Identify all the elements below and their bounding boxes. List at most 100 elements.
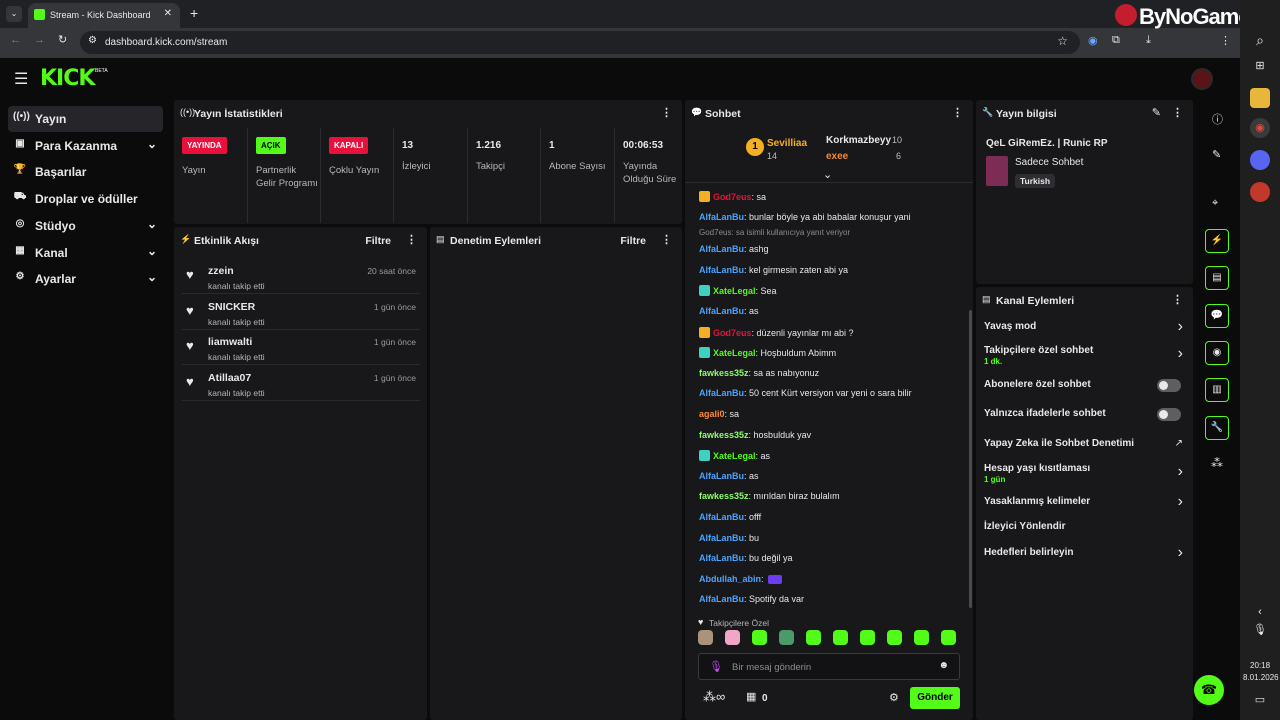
emoji-picker-icon[interactable]: ☻ (938, 660, 949, 671)
file-explorer-icon[interactable] (1250, 88, 1270, 108)
microphone-icon[interactable]: 🎙 (709, 660, 723, 673)
chat-username[interactable]: AlfaLanBu (699, 244, 744, 254)
notifications-icon[interactable]: ▭ (1250, 690, 1270, 710)
chat-username[interactable]: AlfaLanBu (699, 533, 744, 543)
chat-username[interactable]: AlfaLanBu (699, 212, 744, 222)
channel-actions-menu-icon[interactable]: ⋮ (1172, 293, 1183, 306)
toggle-switch[interactable] (1157, 408, 1181, 421)
rail-wrench-button[interactable]: 🔧 (1205, 416, 1229, 440)
edit-pencil-icon[interactable]: ✎ (1152, 106, 1161, 119)
info-icon[interactable]: ⓘ (1212, 111, 1223, 127)
hamburger-menu-icon[interactable]: ☰ (14, 69, 28, 89)
leaderboard-third-name[interactable]: exee (826, 151, 848, 162)
reload-icon[interactable]: ↻ (58, 33, 67, 46)
clock-date[interactable]: 8.01.2026 (1243, 673, 1279, 682)
microphone-tray-icon[interactable]: 🎙 (1250, 620, 1270, 640)
rail-grid-icon[interactable]: ⁂ (1211, 456, 1223, 470)
chevron-down-icon[interactable]: ⌄ (147, 270, 157, 284)
chat-message[interactable]: Abdullah_abin: (699, 574, 783, 584)
chat-message[interactable]: AlfaLanBu: bunlar böyle ya abi babalar k… (699, 212, 911, 222)
leaderboard-toggle-icon[interactable]: ⌄ (823, 168, 832, 181)
stats-menu-icon[interactable]: ⋮ (661, 106, 672, 119)
shop-icon[interactable]: ▦ (746, 690, 756, 703)
search-icon[interactable]: ⌕ (1250, 30, 1270, 50)
kick-logo[interactable]: KICK (40, 66, 95, 91)
chat-message[interactable]: AlfaLanBu: kel girmesin zaten abi ya (699, 265, 848, 275)
chat-message[interactable]: XateLegal: Sea (699, 285, 777, 297)
chat-message[interactable]: AlfaLanBu: Spotify da var (699, 594, 804, 604)
infinity-icon[interactable]: ⁂∞ (703, 689, 725, 705)
activity-menu-icon[interactable]: ⋮ (406, 233, 417, 246)
follower-name[interactable]: Atillaa07 (208, 372, 251, 384)
leaderboard-first-name[interactable]: Sevilliaa (767, 138, 807, 149)
chat-username[interactable]: AlfaLanBu (699, 512, 744, 522)
channel-action-label[interactable]: Hesap yaşı kısıtlaması (984, 463, 1090, 474)
list-item[interactable]: ♥ zzein kanalı takip etti 20 saat önce (182, 259, 420, 294)
focus-icon[interactable]: ⌖ (1212, 197, 1218, 210)
chat-username[interactable]: AlfaLanBu (699, 306, 744, 316)
chat-username[interactable]: Abdullah_abin (699, 574, 761, 584)
channel-action-label[interactable]: Takipçilere özel sohbet (984, 345, 1093, 356)
chevron-down-icon[interactable]: ⌄ (147, 244, 157, 258)
chevron-right-icon[interactable]: › (1178, 318, 1183, 336)
close-tab-icon[interactable]: ✕ (164, 8, 172, 19)
toggle-switch[interactable] (1157, 379, 1181, 392)
chat-message[interactable]: fawkess35z: hosbulduk yav (699, 430, 811, 440)
address-bar[interactable]: ⚙ dashboard.kick.com/stream ☆ (80, 31, 1080, 54)
app-icon[interactable] (1250, 182, 1270, 202)
chat-message[interactable]: God7eus: sa (699, 191, 766, 202)
discord-icon[interactable] (1250, 150, 1270, 170)
chat-message[interactable]: fawkess35z: mırıldan biraz bulalım (699, 491, 840, 501)
chevron-right-icon[interactable]: › (1178, 345, 1183, 363)
site-info-icon[interactable]: ⚙ (88, 35, 97, 46)
chat-input[interactable]: 🎙 Bir mesaj gönderin ☻ (698, 653, 960, 680)
sidebar-item-4[interactable]: ◎ Stüdyo ⌄ (8, 213, 163, 239)
channel-action-label[interactable]: Yapay Zeka ile Sohbet Denetimi (984, 438, 1134, 449)
download-icon[interactable]: ⤓ (1146, 34, 1151, 47)
chat-username[interactable]: AlfaLanBu (699, 553, 744, 563)
chrome-icon[interactable]: ◉ (1250, 118, 1270, 138)
emote-icon[interactable] (779, 630, 794, 645)
sidebar-item-1[interactable]: ▣ Para Kazanma ⌄ (8, 133, 163, 159)
channel-action-label[interactable]: Hedefleri belirleyin (984, 547, 1073, 558)
puzzle-icon[interactable]: ⧉ (1112, 34, 1120, 47)
activity-filter-button[interactable]: Filtre (365, 235, 391, 247)
chat-username[interactable]: fawkess35z (699, 368, 749, 378)
rail-actions-button[interactable]: ▥ (1205, 378, 1229, 402)
chat-message[interactable]: AlfaLanBu: 50 cent Kürt versiyon var yen… (699, 388, 912, 398)
chat-username[interactable]: XateLegal (713, 286, 756, 296)
chevron-down-icon[interactable]: ⌄ (147, 137, 157, 151)
chat-message[interactable]: God7eus: düzenli yayınlar mı abi ? (699, 326, 854, 338)
rail-document-button[interactable]: ▤ (1205, 266, 1229, 290)
chevron-right-icon[interactable]: › (1178, 463, 1183, 481)
emote-icon[interactable] (725, 630, 740, 645)
chat-message[interactable]: agali0: sa (699, 409, 739, 419)
emote-icon[interactable] (752, 630, 767, 645)
moderation-menu-icon[interactable]: ⋮ (661, 233, 672, 246)
channel-action-label[interactable]: İzleyici Yönlendir (984, 521, 1066, 532)
category-thumbnail[interactable] (986, 156, 1008, 186)
emote-icon[interactable] (887, 630, 902, 645)
sidebar-item-6[interactable]: ⚙ Ayarlar ⌄ (8, 266, 163, 292)
chat-username[interactable]: AlfaLanBu (699, 388, 744, 398)
chat-message[interactable]: AlfaLanBu: offf (699, 512, 761, 522)
chat-scrollbar[interactable] (969, 310, 972, 608)
chat-settings-icon[interactable]: ⚙ (889, 691, 899, 704)
chat-username[interactable]: AlfaLanBu (699, 265, 744, 275)
rail-chat-button[interactable]: 💬 (1205, 304, 1229, 328)
emote-icon[interactable] (833, 630, 848, 645)
rail-lightning-button[interactable]: ⚡ (1205, 229, 1229, 253)
chat-username[interactable]: AlfaLanBu (699, 594, 744, 604)
channel-action-label[interactable]: Yasaklanmış kelimeler (984, 496, 1090, 507)
chevron-right-icon[interactable]: › (1178, 493, 1183, 511)
emote-icon[interactable] (698, 630, 713, 645)
channel-action-label[interactable]: Yalnızca ifadelerle sohbet (984, 408, 1106, 419)
channel-action-label[interactable]: Yavaş mod (984, 321, 1036, 332)
support-button[interactable]: ☎ (1194, 675, 1224, 705)
bookmark-star-icon[interactable]: ☆ (1057, 34, 1068, 48)
menu-dots-icon[interactable]: ⋮ (1220, 34, 1231, 47)
chevron-down-icon[interactable]: ⌄ (147, 217, 157, 231)
list-item[interactable]: ♥ SNICKER kanalı takip etti 1 gün önce (182, 295, 420, 330)
clock-time[interactable]: 20:18 (1250, 661, 1270, 670)
leaderboard-second-name[interactable]: Korkmazbeyy (826, 135, 891, 146)
